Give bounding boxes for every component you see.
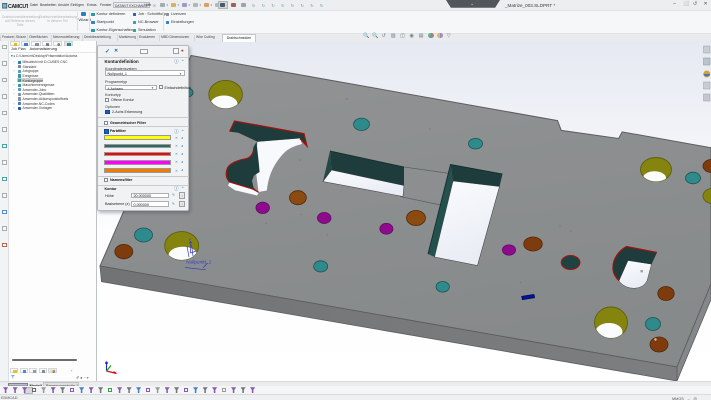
svg-text:CAMCUT: CAMCUT bbox=[8, 4, 28, 10]
svg-text:Y: Y bbox=[189, 237, 192, 242]
svg-text:Nullpunkt_1: Nullpunkt_1 bbox=[186, 260, 212, 266]
